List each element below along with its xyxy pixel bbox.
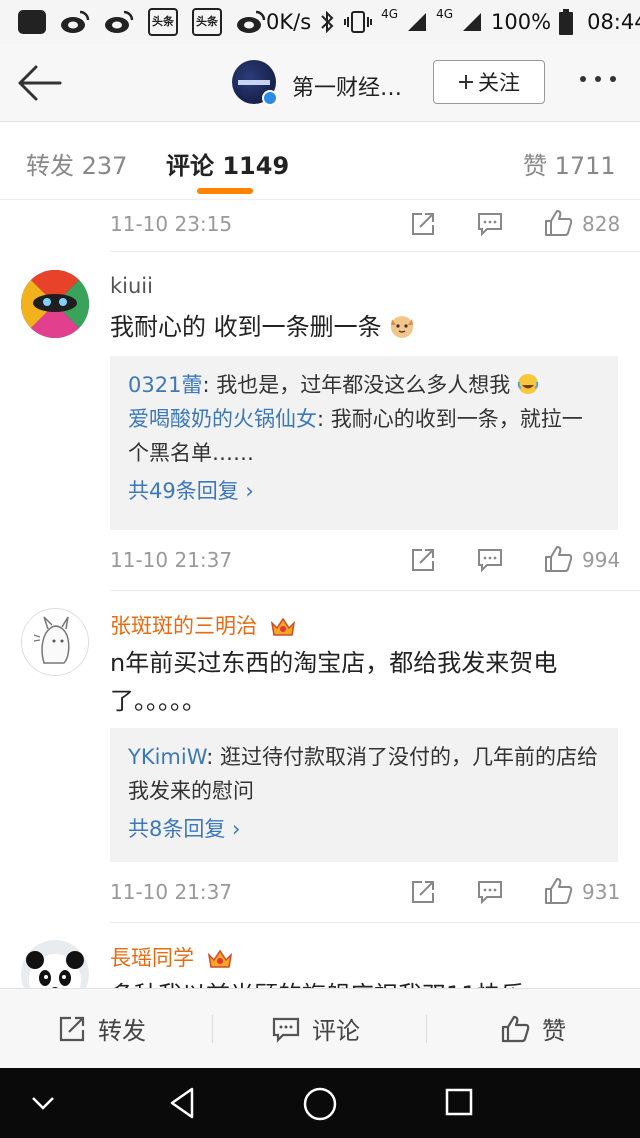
bluetooth-icon [319,10,335,34]
comment-footer: 11-10 21:37 994 [0,536,640,586]
divider [426,1015,427,1043]
top-nav-bar: 第一财经… 关注 [0,44,640,122]
bottom-action-bar: 转发 评论 赞 [0,988,640,1068]
comment-icon[interactable] [477,879,503,905]
comment-username[interactable]: 张斑斑的三明治 [110,610,296,640]
repost-label: 转发 [98,1017,146,1045]
reply-item: YKimiW: 逛过待付款取消了没付的，几年前的店给我发来的慰问 [128,745,599,803]
like-count: 931 [582,880,621,904]
signal-icon [461,11,483,33]
network-type: 4G [381,7,399,21]
comment-time: 11-10 21:37 [110,880,233,904]
account-name[interactable]: 第一财经… [292,70,402,102]
divider [110,251,640,252]
cat-emoji-icon [391,316,414,338]
comment-icon[interactable] [477,547,503,573]
post-tabs: 转发 237 评论 1149 赞 1711 [0,122,640,200]
comment-time: 11-10 21:37 [110,548,233,572]
share-icon[interactable] [410,879,436,905]
toutiao-notification-icon: 头条 [192,8,222,36]
home-circle-icon[interactable] [302,1086,338,1122]
chevron-down-icon[interactable] [28,1090,58,1116]
share-icon[interactable] [410,547,436,573]
tab-comments[interactable]: 评论 1149 [166,146,289,181]
reply-preview-box[interactable]: YKimiW: 逛过待付款取消了没付的，几年前的店给我发来的慰问 共8条回复 › [110,728,618,862]
avatar[interactable] [21,270,89,338]
reply-username[interactable]: YKimiW [128,745,206,769]
laughing-tears-emoji-icon [517,374,539,394]
repost-button[interactable]: 转发 [58,1011,146,1046]
weibo-notification-icon [236,9,266,35]
weibo-notification-icon [60,9,90,35]
divider [110,590,640,591]
comment-username[interactable]: 長瑶同学 [110,942,233,972]
back-triangle-icon[interactable] [166,1086,198,1120]
more-replies-link[interactable]: 共8条回复 › [128,812,600,846]
comment-icon [272,1017,300,1043]
plus-icon [459,75,473,89]
tab-likes[interactable]: 赞 1711 [523,146,616,181]
comment-text: n年前买过东西的淘宝店，都给我发来贺电了。。。。。 [110,649,558,715]
comment-time: 11-10 23:15 [110,212,233,236]
vibrate-icon [343,10,373,34]
network-type: 4G [436,7,454,21]
clock: 08:44 [587,10,640,34]
net-speed: 0K/s [266,10,312,34]
divider [212,1015,213,1043]
tab-repost[interactable]: 转发 237 [26,146,127,181]
comment-button[interactable]: 评论 [272,1011,360,1046]
comment-username[interactable]: kiuii [110,274,153,298]
verified-badge-icon [262,90,278,106]
like-label: 赞 [542,1017,566,1045]
repost-icon [59,1016,85,1041]
like-icon[interactable] [543,208,573,238]
reply-preview-box[interactable]: 0321蕾: 我也是，过年都没这么多人想我 爱喝酸奶的火锅仙女: 我耐心的收到一… [110,356,618,530]
like-button[interactable]: 赞 [500,1011,566,1046]
comment-text: 我耐心的 收到一条删一条 [110,308,615,346]
comment-text: 多种我以前光顾的旗舰店祝我双11快乐 [110,976,615,988]
follow-button[interactable]: 关注 [433,60,545,104]
like-icon [501,1015,530,1042]
reply-username[interactable]: 0321蕾 [128,373,202,397]
vip-crown-icon [207,949,232,968]
recent-apps-square-icon[interactable] [444,1086,474,1118]
divider [110,922,640,923]
more-options-icon[interactable] [580,76,616,82]
toutiao-notification-icon: 头条 [148,8,178,36]
system-status: 0K/s 4G 4G 100% 08:44 [266,7,640,35]
reply-item: 0321蕾: 我也是，过年都没这么多人想我 [128,368,600,402]
avatar[interactable] [21,608,89,676]
reply-item: 爱喝酸奶的火锅仙女: 我耐心的收到一条，就拉一个黑名单…… [128,407,583,465]
back-arrow-icon[interactable] [14,62,64,104]
comment-footer: 11-10 23:15 828 [0,200,640,250]
status-bar: 头条 头条 0K/s 4G 4G 100% 08:44 [0,0,640,44]
like-icon[interactable] [543,876,573,906]
reply-username[interactable]: 爱喝酸奶的火锅仙女 [128,407,317,431]
avatar[interactable] [21,940,89,988]
comment-label: 评论 [312,1017,360,1045]
comment-footer: 11-10 21:37 931 [0,868,640,918]
vip-crown-icon [270,617,295,636]
like-count: 994 [582,548,621,572]
notification-icons: 头条 头条 [18,8,266,36]
system-navigation-bar [0,1068,640,1138]
message-notification-icon [18,10,46,34]
battery-icon [559,9,574,35]
active-tab-indicator [197,188,253,194]
like-icon[interactable] [543,544,573,574]
follow-button-label: 关注 [478,71,520,95]
share-icon[interactable] [410,211,436,237]
like-count: 828 [582,212,621,236]
weibo-notification-icon [104,9,134,35]
battery-percent: 100% [491,10,552,34]
more-replies-link[interactable]: 共49条回复 › [128,474,600,508]
signal-icon [406,11,428,33]
comment-list[interactable]: 11-10 23:15 828 kiuii 我耐心的 收到一条删一条 0321蕾… [0,200,640,988]
comment-icon[interactable] [477,211,503,237]
